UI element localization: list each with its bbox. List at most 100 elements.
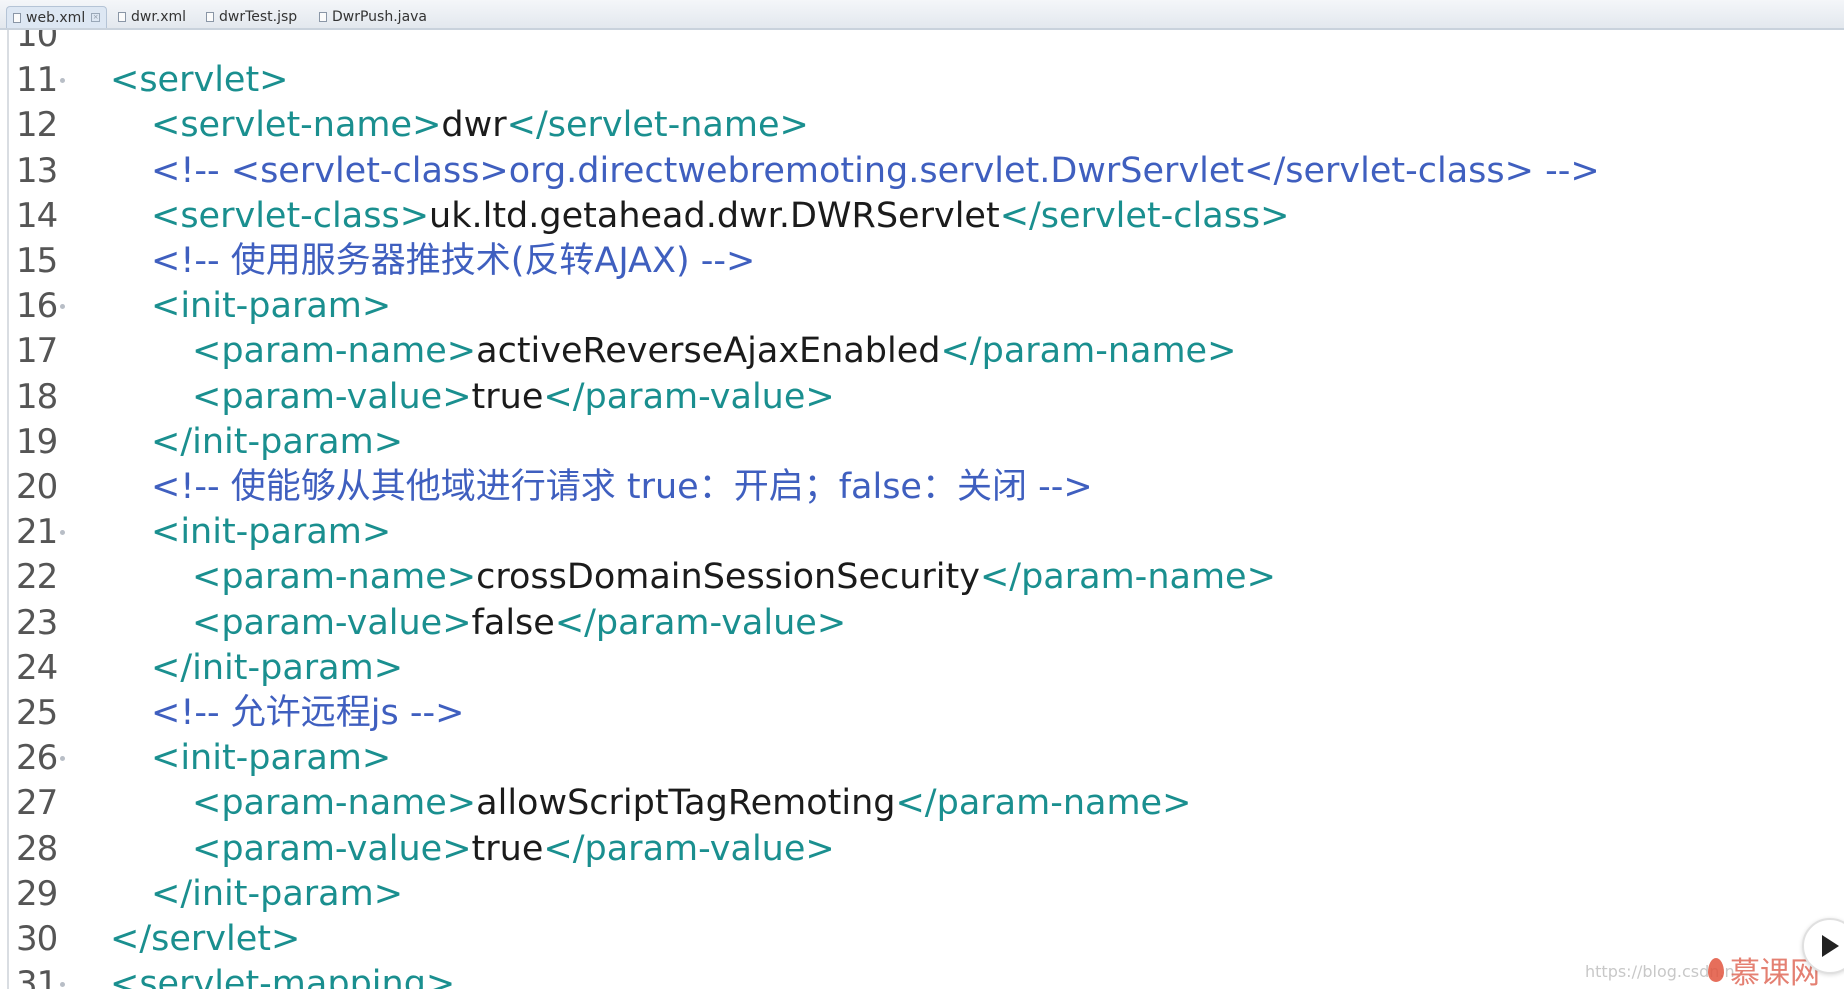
code-line[interactable]: 20 <!-- 使能够从其他域进行请求 true：开启；false：关闭 --> [0,465,1844,510]
fold-marker-icon[interactable] [60,78,65,84]
code-content: <servlet> [110,58,289,103]
tab-dwrpush-java[interactable]: DwrPush.java [313,6,433,28]
code-content: <init-param> [151,736,391,781]
code-line[interactable]: 31 <servlet-mapping> [0,962,1844,989]
xml-tag: </init-param> [151,421,404,462]
code-line[interactable]: 10 [0,30,1844,58]
xml-text: crossDomainSessionSecurity [476,557,980,598]
xml-tag: </param-value> [543,828,835,869]
tab-label: dwr.xml [131,9,187,25]
code-content: <param-value>false</param-value> [192,601,846,646]
code-line[interactable]: 18 <param-value>true</param-value> [0,375,1844,420]
code-content: </init-param> [151,420,403,465]
code-line[interactable]: 28 <param-value>true</param-value> [0,827,1844,872]
xml-file-icon [13,12,21,23]
xml-tag: </param-value> [554,602,847,643]
line-number: 15 [16,241,58,281]
xml-tag: <init-param> [151,512,392,553]
tab-dwrtest-jsp[interactable]: dwrTest.jsp [200,6,303,28]
code-content: <init-param> [151,510,391,555]
xml-text: uk.ltd.getahead.dwr.DWRServlet [429,195,1000,236]
code-content: </servlet> [110,917,300,962]
code-content: <param-value>true</param-value> [192,375,835,420]
flame-icon [1708,958,1724,982]
code-line[interactable]: 30 </servlet> [0,917,1844,962]
xml-tag: </param-name> [979,557,1276,598]
xml-text: dwr [441,105,507,146]
code-line[interactable]: 11 <servlet> [0,58,1844,103]
xml-file-icon [118,12,126,22]
xml-tag: </param-value> [543,376,835,417]
code-line[interactable]: 14 <servlet-class>uk.ltd.getahead.dwr.DWR… [0,194,1844,239]
xml-text: true [471,828,544,869]
code-content: <param-name>activeReverseAjaxEnabled</pa… [192,329,1236,374]
code-line[interactable]: 16 <init-param> [0,284,1844,329]
xml-tag: <param-value> [192,376,472,417]
code-line[interactable]: 13 <!-- <servlet-class>org.directwebremot… [0,149,1844,194]
code-content: <!-- 允许远程js --> [151,691,464,736]
code-line[interactable]: 24 </init-param> [0,646,1844,691]
xml-tag: <init-param> [151,286,392,327]
line-number: 18 [16,376,58,417]
line-number: 19 [16,421,58,462]
code-line[interactable]: 19 </init-param> [0,420,1844,465]
code-line[interactable]: 21 <init-param> [0,510,1844,555]
code-line[interactable]: 22 <param-name>crossDomainSessionSecurity… [0,555,1844,600]
line-number: 26 [16,738,58,779]
code-content: </init-param> [151,646,403,691]
xml-tag: <param-name> [192,557,477,598]
fold-marker-icon[interactable] [60,756,65,762]
code-content: <param-value>true</param-value> [192,827,835,872]
editor-tab-bar: web.xml × dwr.xml dwrTest.jsp DwrPush.ja… [0,0,1844,30]
tab-web-xml[interactable]: web.xml × [6,6,108,28]
xml-tag: </param-name> [895,783,1192,824]
fold-marker-icon[interactable] [60,530,65,536]
xml-comment: <!-- 使用服务器推技术(反转AJAX) --> [151,241,756,281]
code-line[interactable]: 17 <param-name>activeReverseAjaxEnabled</… [0,329,1844,374]
code-content: <!-- <servlet-class>org.directwebremotin… [151,149,1600,194]
xml-tag: <param-name> [192,783,477,824]
line-number: 10 [16,30,58,55]
xml-tag: </servlet-class> [999,195,1290,236]
line-number: 20 [16,467,58,507]
xml-text: false [471,602,555,643]
line-number: 27 [16,783,58,824]
line-number: 17 [16,331,58,372]
xml-tag: <init-param> [151,738,392,779]
code-content: <init-param> [151,284,391,329]
xml-text: allowScriptTagRemoting [476,783,896,824]
code-line[interactable]: 23 <param-value>false</param-value> [0,601,1844,646]
line-number: 12 [16,105,58,146]
xml-text: true [471,376,544,417]
code-content: <param-name>crossDomainSessionSecurity</… [192,555,1276,600]
ide-window: web.xml × dwr.xml dwrTest.jsp DwrPush.ja… [0,0,1844,989]
close-icon[interactable]: × [91,13,101,22]
code-line[interactable]: 26 <init-param> [0,736,1844,781]
xml-comment: <!-- <servlet-class>org.directwebremotin… [151,150,1600,191]
tab-label: DwrPush.java [332,9,428,25]
java-file-icon [319,12,327,22]
xml-tag: </init-param> [151,873,404,914]
xml-tag: </servlet-name> [506,105,809,146]
line-number: 30 [16,919,58,959]
fold-marker-icon[interactable] [60,304,65,310]
fold-marker-icon[interactable] [60,982,65,988]
code-content: <servlet-class>uk.ltd.getahead.dwr.DWRSe… [151,194,1290,239]
code-line[interactable]: 25 <!-- 允许远程js --> [0,691,1844,736]
xml-tag: </init-param> [151,647,404,688]
line-number: 25 [16,693,58,733]
line-number: 14 [16,195,58,236]
code-line[interactable]: 27 <param-name>allowScriptTagRemoting</pa… [0,781,1844,826]
code-line[interactable]: 29 </init-param> [0,872,1844,917]
code-editor[interactable]: 10 11 <servlet> 12 <servlet-name>dwr</servle… [0,30,1844,989]
xml-text: activeReverseAjaxEnabled [476,331,941,372]
code-content: <servlet-mapping> [110,962,455,989]
code-line[interactable]: 15 <!-- 使用服务器推技术(反转AJAX) --> [0,239,1844,284]
jsp-file-icon [206,12,214,22]
xml-tag: <param-value> [192,828,472,869]
tab-dwr-xml[interactable]: dwr.xml [112,6,192,28]
code-content: <!-- 使能够从其他域进行请求 true：开启；false：关闭 --> [151,465,1093,510]
line-number: 28 [16,828,58,869]
tab-label: web.xml [26,9,86,26]
code-line[interactable]: 12 <servlet-name>dwr</servlet-name> [0,103,1844,148]
